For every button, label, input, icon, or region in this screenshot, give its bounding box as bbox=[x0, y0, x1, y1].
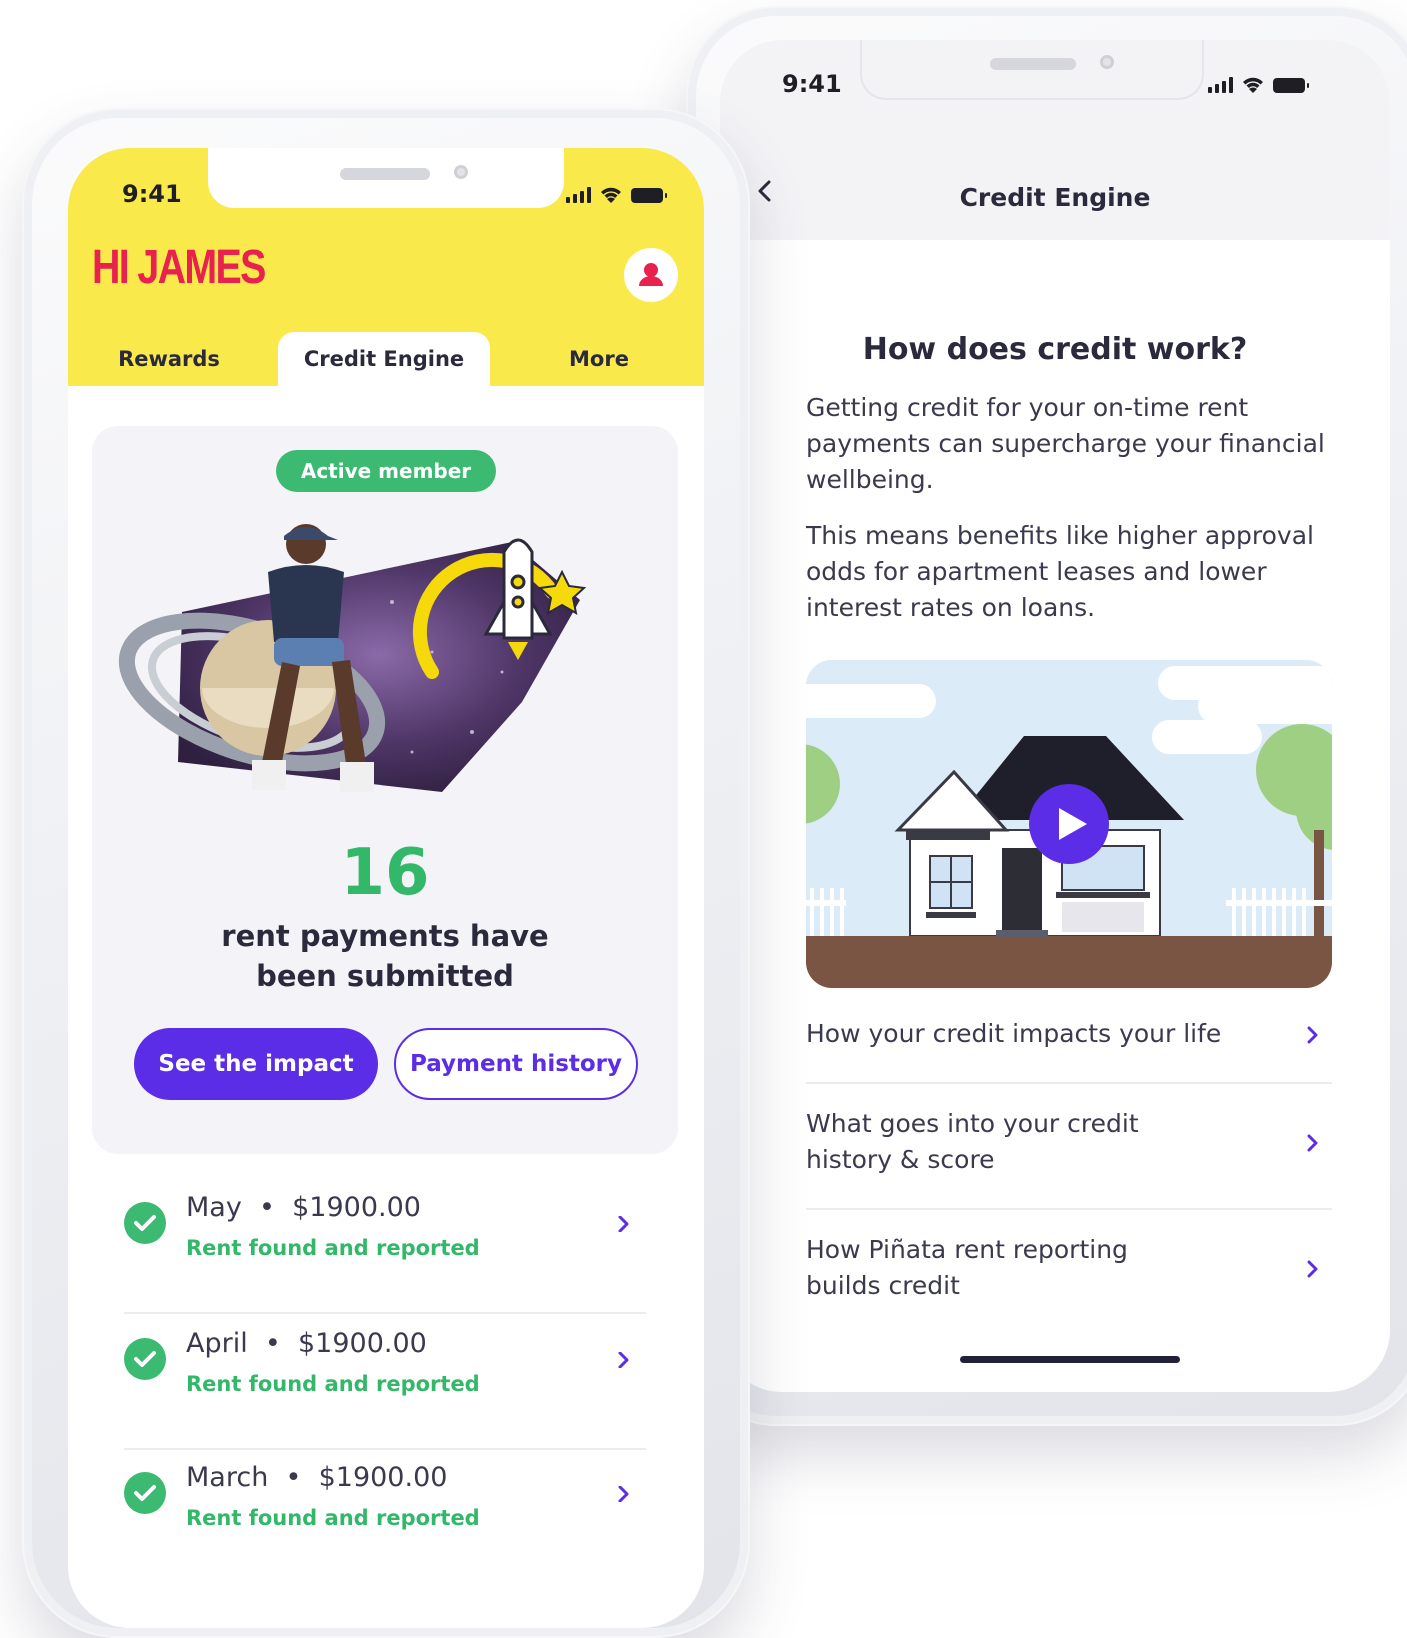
credit-engine-screen: 9:41 HI JAMES Rewards Credit Engine More… bbox=[68, 148, 704, 1628]
nav-title: Credit Engine bbox=[959, 183, 1151, 212]
payment-row-may[interactable]: May • $1900.00 Rent found and reported bbox=[124, 1178, 646, 1314]
payment-count-label: rent payments have been submitted bbox=[221, 919, 549, 993]
user-icon bbox=[639, 263, 663, 286]
camera bbox=[454, 165, 468, 179]
speaker bbox=[990, 58, 1076, 70]
payment-status: Rent found and reported bbox=[186, 1506, 480, 1530]
faq-text: How your credit impacts your life bbox=[806, 1019, 1222, 1048]
faq-item-credit-impacts[interactable]: How your credit impacts your life bbox=[806, 998, 1332, 1084]
phone-right: 9:41 Credit Engine How does credit work?… bbox=[686, 6, 1407, 1426]
greeting: HI JAMES bbox=[92, 241, 266, 294]
status-time: 9:41 bbox=[782, 70, 842, 98]
chevron-right-icon bbox=[1307, 1260, 1318, 1278]
payment-status: Rent found and reported bbox=[186, 1372, 480, 1396]
tab-rewards[interactable]: Rewards bbox=[94, 332, 244, 386]
faq-text: How Piñata rent reporting builds credit bbox=[806, 1235, 1128, 1300]
status-icons bbox=[566, 186, 667, 204]
signal-icon bbox=[1208, 77, 1233, 93]
payment-row-march[interactable]: March • $1900.00 Rent found and reported bbox=[124, 1448, 646, 1582]
house-illustration bbox=[806, 660, 1332, 988]
payment-row-april[interactable]: April • $1900.00 Rent found and reported bbox=[124, 1314, 646, 1450]
battery-icon bbox=[1273, 77, 1309, 93]
space-illustration bbox=[118, 524, 587, 792]
paragraph-1: Getting credit for your on-time rent pay… bbox=[806, 393, 1325, 494]
member-card: Active member 16 rent payments have been… bbox=[92, 426, 678, 1154]
faq-text: What goes into your credit history & scor… bbox=[806, 1109, 1139, 1174]
chevron-right-icon bbox=[618, 1216, 629, 1232]
status-icons bbox=[1208, 76, 1309, 94]
see-impact-button[interactable]: See the impact bbox=[134, 1028, 378, 1100]
check-icon bbox=[124, 1338, 166, 1380]
info-title: How does credit work? bbox=[862, 332, 1248, 367]
payment-summary: April • $1900.00 bbox=[186, 1328, 427, 1359]
payment-status: Rent found and reported bbox=[186, 1236, 480, 1260]
payment-history-button[interactable]: Payment history bbox=[394, 1028, 638, 1100]
payment-summary: May • $1900.00 bbox=[186, 1192, 421, 1223]
wifi-icon bbox=[1243, 77, 1263, 93]
camera bbox=[1100, 55, 1114, 69]
wifi-icon bbox=[601, 187, 621, 203]
battery-icon bbox=[631, 187, 667, 203]
credit-info-screen: 9:41 Credit Engine How does credit work?… bbox=[720, 40, 1390, 1392]
tab-more[interactable]: More bbox=[534, 332, 664, 386]
profile-button[interactable] bbox=[624, 248, 678, 302]
home-indicator[interactable] bbox=[960, 1356, 1180, 1363]
payment-summary: March • $1900.00 bbox=[186, 1462, 448, 1493]
paragraph-2: This means benefits like higher approval… bbox=[806, 521, 1314, 622]
faq-item-credit-history[interactable]: What goes into your credit history & scor… bbox=[806, 1084, 1332, 1210]
status-time: 9:41 bbox=[122, 180, 182, 208]
video-player[interactable] bbox=[806, 660, 1332, 988]
tab-credit-engine[interactable]: Credit Engine bbox=[278, 332, 490, 386]
chevron-right-icon bbox=[1307, 1026, 1318, 1044]
phone-left: 9:41 HI JAMES Rewards Credit Engine More… bbox=[22, 108, 750, 1638]
notch bbox=[860, 40, 1204, 100]
chevron-right-icon bbox=[1307, 1134, 1318, 1152]
check-icon bbox=[124, 1202, 166, 1244]
faq-item-rent-reporting[interactable]: How Piñata rent reporting builds credit bbox=[806, 1210, 1332, 1334]
chevron-right-icon bbox=[618, 1486, 629, 1502]
signal-icon bbox=[566, 187, 591, 203]
payment-count: 16 bbox=[340, 836, 430, 910]
status-badge: Active member bbox=[276, 450, 496, 492]
check-icon bbox=[124, 1472, 166, 1514]
chevron-right-icon bbox=[618, 1352, 629, 1368]
speaker bbox=[340, 168, 430, 180]
